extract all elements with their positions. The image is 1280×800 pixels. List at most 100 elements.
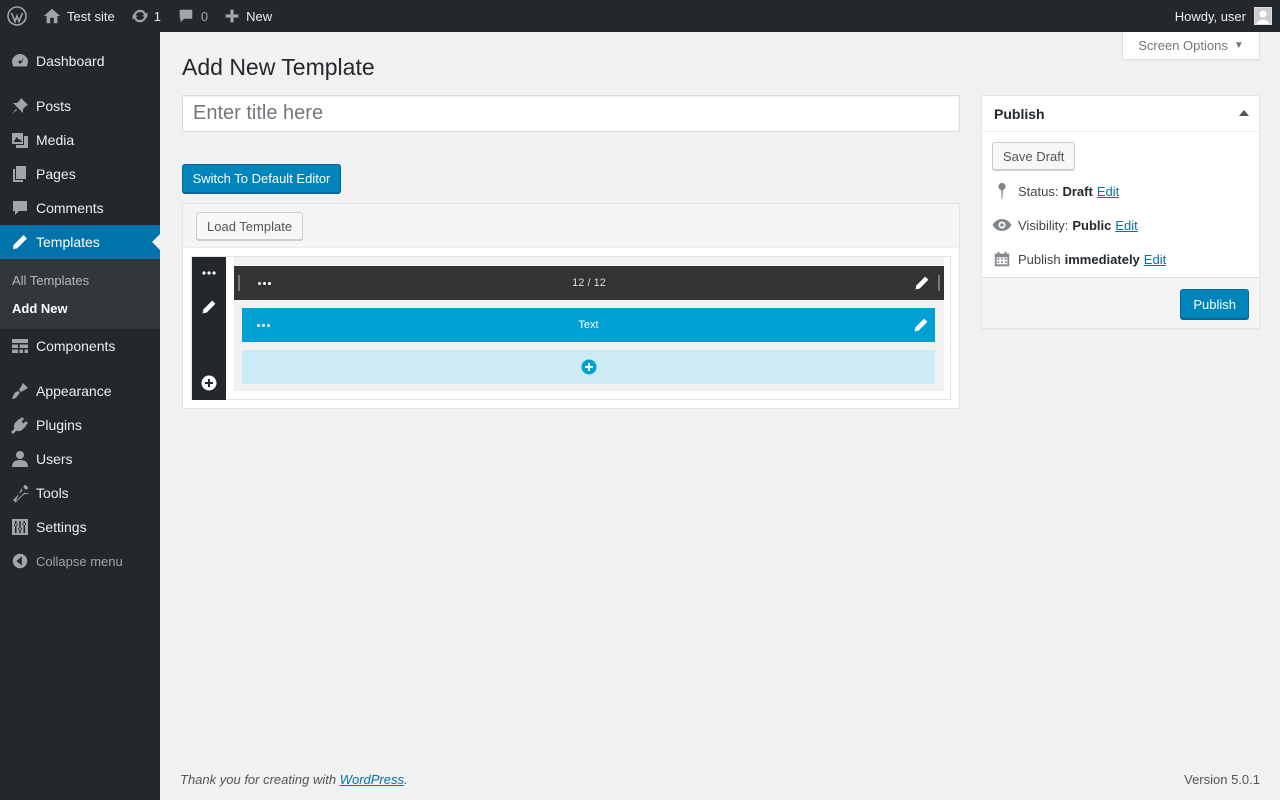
status-row: Status: Draft Edit (992, 181, 1119, 201)
visibility-label: Visibility: (1018, 217, 1069, 233)
dashboard-icon (10, 51, 30, 71)
add-circle-icon[interactable] (199, 373, 219, 393)
home-icon (43, 8, 61, 24)
pages-icon (10, 164, 30, 184)
pencil-icon (10, 232, 30, 252)
row-header[interactable]: 12 / 12 (234, 266, 944, 300)
new-label: New (246, 8, 273, 24)
edit-pencil-icon[interactable] (199, 297, 219, 317)
row-grip-right[interactable] (938, 275, 940, 291)
wrench-icon (10, 483, 30, 503)
collapse-arrow-icon (10, 551, 30, 571)
site-name-link[interactable]: Test site (35, 0, 123, 32)
collapse-menu-button[interactable]: Collapse menu (0, 544, 160, 578)
sidebar-item-templates[interactable]: Templates (0, 225, 160, 259)
footer-thanks-prefix: Thank you for creating with (180, 772, 340, 787)
sidebar-item-comments[interactable]: Comments (0, 191, 160, 225)
collapse-toggle-icon[interactable] (1239, 110, 1249, 116)
updates-link[interactable]: 1 (123, 0, 169, 32)
wordpress-logo-icon (7, 6, 27, 26)
sidebar-item-dashboard[interactable]: Dashboard (0, 44, 160, 78)
footer-thanks-suffix: . (404, 772, 408, 787)
sidebar-item-appearance[interactable]: Appearance (0, 374, 160, 408)
comments-link[interactable]: 0 (169, 0, 216, 32)
submenu-add-new[interactable]: Add New (0, 294, 160, 322)
title-input[interactable] (182, 95, 960, 132)
pin-icon (10, 96, 30, 116)
avatar (1254, 7, 1272, 25)
builder-toolbar: Load Template (183, 204, 959, 248)
grid-icon (10, 336, 30, 356)
sidebar-item-label: Settings (36, 519, 87, 535)
row-options-icon[interactable] (258, 282, 271, 285)
row-column-label: 12 / 12 (572, 277, 606, 289)
text-block-label: Text (578, 319, 599, 331)
sidebar-item-label: Components (36, 338, 116, 354)
publish-button[interactable]: Publish (1180, 289, 1249, 319)
my-account-link[interactable]: Howdy, user (1167, 0, 1280, 32)
text-block-options-icon[interactable] (257, 324, 270, 327)
calendar-icon (992, 249, 1012, 269)
footer-version: Version 5.0.1 (1184, 772, 1260, 787)
visibility-row: Visibility: Public Edit (992, 215, 1138, 235)
publish-box-title: Publish (994, 105, 1045, 122)
sidebar-item-components[interactable]: Components (0, 329, 160, 363)
sidebar-item-media[interactable]: Media (0, 123, 160, 157)
comment-icon (10, 198, 30, 218)
admin-bar: Test site 1 0 New Howdy, user (0, 0, 1280, 32)
sidebar-item-plugins[interactable]: Plugins (0, 408, 160, 442)
text-block[interactable]: Text (242, 308, 935, 342)
sidebar-item-label: Appearance (36, 383, 112, 399)
sidebar-item-label: Templates (36, 234, 100, 250)
sidebar-item-label: Posts (36, 98, 72, 114)
sidebar-item-label: Media (36, 132, 75, 148)
publish-actions: Publish (982, 277, 1259, 328)
row-container: 12 / 12 Text (234, 257, 944, 391)
template-builder: Load Template 12 / 12 Text (182, 203, 960, 409)
footer-thanks: Thank you for creating with WordPress. (180, 772, 408, 787)
switch-to-default-editor-button[interactable]: Switch To Default Editor (182, 164, 341, 193)
sidebar-item-label: Pages (36, 166, 76, 182)
sidebar-item-label: Dashboard (36, 53, 105, 69)
submenu-all-templates[interactable]: All Templates (0, 266, 160, 294)
sidebar-item-label: Comments (36, 200, 104, 216)
edit-publish-date-link[interactable]: Edit (1144, 252, 1166, 267)
row-edit-icon[interactable] (914, 275, 930, 294)
sliders-icon (10, 517, 30, 537)
media-icon (10, 130, 30, 150)
wordpress-logo-button[interactable] (0, 0, 35, 32)
sidebar-item-tools[interactable]: Tools (0, 476, 160, 510)
sidebar-item-pages[interactable]: Pages (0, 157, 160, 191)
brush-icon (10, 381, 30, 401)
sidebar-item-label: Plugins (36, 417, 82, 433)
status-value: Draft (1062, 183, 1093, 199)
sidebar-item-posts[interactable]: Posts (0, 89, 160, 123)
add-block-area[interactable] (242, 350, 935, 384)
visibility-value: Public (1072, 217, 1112, 233)
text-block-edit-icon[interactable] (913, 317, 929, 336)
publish-box-header[interactable]: Publish (982, 96, 1259, 132)
edit-status-link[interactable]: Edit (1097, 184, 1119, 199)
map-pin-icon (992, 181, 1012, 201)
screen-options-button[interactable]: Screen Options ▼ (1122, 32, 1260, 60)
comments-count: 0 (200, 8, 209, 24)
wordpress-link[interactable]: WordPress (340, 772, 404, 787)
page-title: Add New Template (182, 54, 375, 80)
edit-visibility-link[interactable]: Edit (1115, 218, 1137, 233)
save-draft-button[interactable]: Save Draft (992, 142, 1076, 170)
screen-options-label: Screen Options (1138, 38, 1228, 53)
templates-submenu: All Templates Add New (0, 259, 160, 329)
refresh-icon (132, 9, 148, 23)
publish-date-row: Publish immediately Edit (992, 249, 1166, 269)
load-template-button[interactable]: Load Template (196, 212, 304, 240)
publish-box: Publish Save Draft Status: Draft Edit Vi… (981, 95, 1260, 329)
sidebar-item-settings[interactable]: Settings (0, 510, 160, 544)
new-content-link[interactable]: New (216, 0, 280, 32)
sidebar-item-users[interactable]: Users (0, 442, 160, 476)
eye-icon (992, 215, 1012, 235)
admin-sidebar: Dashboard Posts Media Pages Comments Tem… (0, 32, 160, 800)
row-grip-left[interactable] (238, 275, 240, 291)
sidebar-item-label: Tools (36, 485, 69, 501)
plus-icon (225, 9, 239, 23)
more-options-icon[interactable] (199, 263, 219, 283)
